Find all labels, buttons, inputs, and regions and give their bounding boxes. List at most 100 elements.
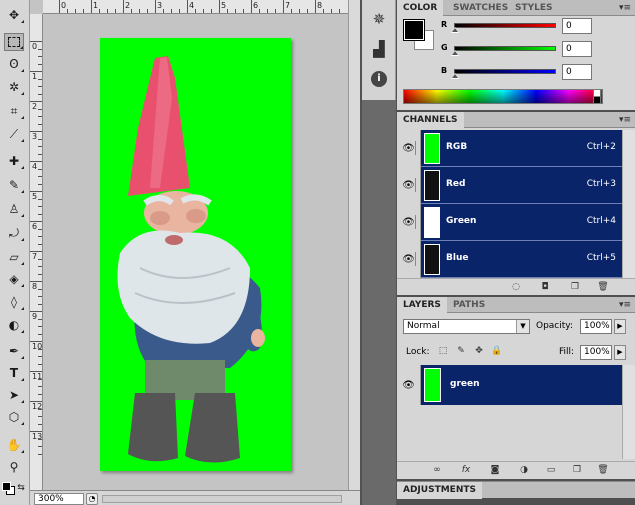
blue-slider[interactable]: [451, 69, 556, 79]
eraser-tool-icon[interactable]: ▱: [4, 248, 24, 266]
horizontal-ruler: 0 1 2 3 4 5 6 7 8: [43, 0, 360, 14]
channels-scrollbar[interactable]: [622, 130, 635, 280]
path-selection-tool-icon[interactable]: ➤: [4, 386, 24, 404]
new-channel-icon[interactable]: ❐: [569, 281, 581, 293]
lock-transparent-icon[interactable]: ⬚: [437, 345, 449, 357]
image-canvas[interactable]: [100, 38, 291, 471]
eye-icon[interactable]: 👁: [402, 215, 416, 229]
layer-style-icon[interactable]: fx: [460, 464, 472, 476]
green-slider[interactable]: [451, 46, 556, 56]
channel-row-rgb[interactable]: 👁 RGB Ctrl+2: [397, 130, 622, 167]
crop-tool-icon[interactable]: ⌗: [4, 102, 24, 120]
ruler-label: 6: [32, 222, 38, 231]
vertical-scrollbar[interactable]: [348, 0, 360, 490]
dodge-tool-icon[interactable]: ◐: [4, 316, 24, 334]
ruler-label: 7: [32, 252, 38, 261]
panel-menu-icon[interactable]: ▾≡: [619, 115, 631, 125]
clone-stamp-tool-icon[interactable]: ♙: [4, 200, 24, 218]
link-layers-icon[interactable]: ∞: [431, 464, 443, 476]
ruler-tick: [59, 0, 60, 13]
tab-adjustments[interactable]: ADJUSTMENTS: [397, 482, 482, 499]
save-selection-icon[interactable]: ◘: [539, 281, 551, 293]
new-layer-icon[interactable]: ❐: [571, 464, 583, 476]
color-spectrum-bar[interactable]: [403, 89, 603, 104]
channel-name: Red: [446, 179, 466, 189]
eye-icon[interactable]: 👁: [402, 252, 416, 266]
opacity-input[interactable]: 100%: [580, 319, 612, 334]
fill-input[interactable]: 100%: [580, 345, 612, 360]
layer-mask-icon[interactable]: ◙: [489, 464, 501, 476]
ruler-tick: [38, 356, 42, 357]
channel-row-red[interactable]: 👁 Red Ctrl+3: [397, 167, 622, 204]
pen-tool-icon[interactable]: ✒: [4, 342, 24, 360]
channel-row-green[interactable]: 👁 Green Ctrl+4: [397, 204, 622, 241]
red-value-input[interactable]: 0: [562, 18, 592, 34]
tab-paths[interactable]: PATHS: [447, 297, 491, 313]
zoom-tool-icon[interactable]: ⚲: [4, 458, 24, 476]
channel-shortcut: Ctrl+2: [586, 142, 616, 152]
eye-icon[interactable]: 👁: [402, 141, 416, 155]
opacity-arrow-icon[interactable]: ▶: [614, 319, 626, 334]
ruler-tick: [38, 93, 42, 95]
histogram-icon[interactable]: ▟: [368, 38, 390, 60]
foreground-color-chip[interactable]: [403, 19, 425, 41]
type-tool-icon[interactable]: T: [4, 364, 24, 382]
lock-image-icon[interactable]: ✎: [455, 345, 467, 357]
green-value-input[interactable]: 0: [562, 41, 592, 57]
eyedropper-tool-icon[interactable]: ⟋: [4, 125, 24, 143]
ruler-tick: [38, 296, 42, 297]
ruler-label: 5: [221, 1, 227, 10]
magic-wand-tool-icon[interactable]: ✲: [4, 78, 24, 96]
layers-footer: ∞ fx ◙ ◑ ▭ ❐ 🗑: [397, 461, 635, 477]
healing-brush-tool-icon[interactable]: ✚: [4, 152, 24, 170]
red-slider[interactable]: [451, 23, 556, 33]
paint-bucket-tool-icon[interactable]: ◈: [4, 270, 24, 288]
zoom-level-field[interactable]: 300%: [34, 493, 84, 505]
delete-channel-icon[interactable]: 🗑: [597, 281, 609, 293]
panel-menu-icon[interactable]: ▾≡: [619, 300, 631, 310]
ruler-tick: [38, 303, 42, 305]
eye-icon[interactable]: 👁: [397, 365, 421, 405]
channel-row-blue[interactable]: 👁 Blue Ctrl+5: [397, 241, 622, 278]
black-white-ramp[interactable]: [593, 89, 601, 104]
lock-all-icon[interactable]: 🔒: [491, 345, 503, 357]
layer-name[interactable]: green: [450, 379, 480, 389]
tab-styles[interactable]: STYLES: [509, 0, 559, 16]
hand-tool-icon[interactable]: ✋: [4, 436, 24, 454]
adjustments-panel-tab[interactable]: ADJUSTMENTS: [397, 481, 635, 499]
new-group-icon[interactable]: ▭: [545, 464, 557, 476]
foreground-color-swatch[interactable]: [2, 482, 11, 491]
brush-tool-icon[interactable]: ✎: [4, 176, 24, 194]
channels-footer: ◌ ◘ ❐ 🗑: [397, 278, 635, 294]
blend-mode-select[interactable]: Normal ▼: [403, 319, 530, 334]
blur-tool-icon[interactable]: ◊: [4, 293, 24, 311]
swap-colors-icon[interactable]: ⇆: [15, 482, 27, 494]
layer-row[interactable]: 👁 green: [397, 365, 622, 405]
layers-panel-tabs: LAYERS PATHS ▾≡: [397, 297, 635, 313]
lock-position-icon[interactable]: ✥: [473, 345, 485, 357]
channel-thumbnail: [424, 170, 440, 201]
tab-color[interactable]: COLOR: [397, 0, 444, 16]
panel-menu-icon[interactable]: ▾≡: [619, 3, 631, 13]
tab-channels[interactable]: CHANNELS: [397, 112, 464, 128]
layers-scrollbar[interactable]: [622, 365, 635, 459]
status-info-icon[interactable]: ◔: [86, 493, 98, 505]
ruler-tick: [38, 56, 42, 57]
tab-layers[interactable]: LAYERS: [397, 297, 447, 313]
marquee-tool-icon[interactable]: [4, 33, 24, 51]
lasso-tool-icon[interactable]: ʘ: [4, 55, 24, 73]
blend-mode-value: Normal: [407, 321, 440, 331]
adjustment-layer-icon[interactable]: ◑: [518, 464, 530, 476]
fill-arrow-icon[interactable]: ▶: [614, 345, 626, 360]
history-brush-tool-icon[interactable]: ⤾: [4, 224, 24, 242]
ruler-label: 3: [32, 132, 38, 141]
info-icon[interactable]: i: [368, 68, 390, 90]
tab-swatches[interactable]: SWATCHES: [447, 0, 514, 16]
blue-value-input[interactable]: 0: [562, 64, 592, 80]
load-selection-icon[interactable]: ◌: [510, 281, 522, 293]
move-tool-icon[interactable]: ✥: [4, 6, 24, 24]
eye-icon[interactable]: 👁: [402, 178, 416, 192]
delete-layer-icon[interactable]: 🗑: [597, 464, 609, 476]
navigator-icon[interactable]: ✵: [368, 8, 390, 30]
shape-tool-icon[interactable]: ⬡: [4, 408, 24, 426]
